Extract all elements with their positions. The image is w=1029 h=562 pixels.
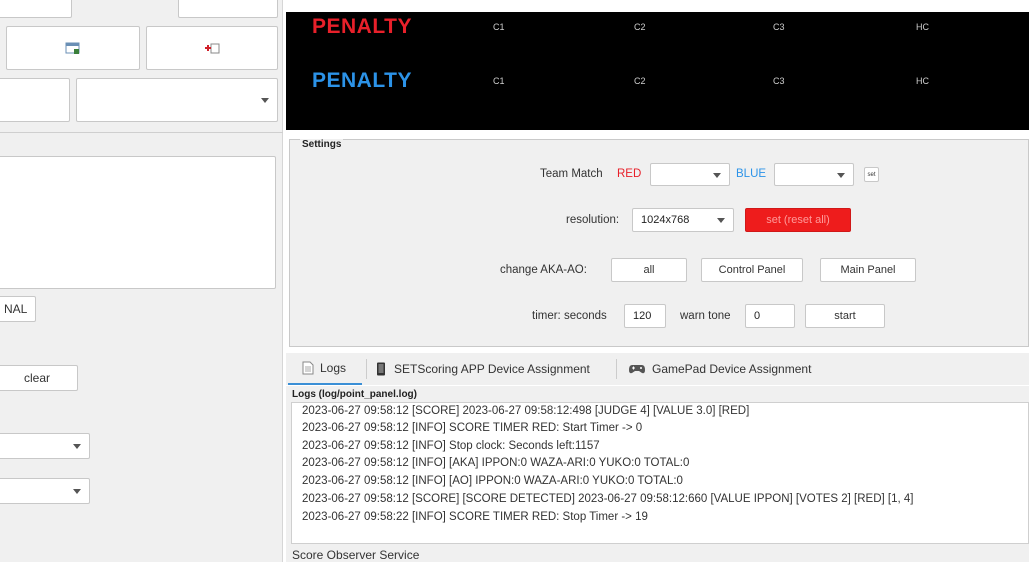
set-reset-all-button[interactable]: set (reset all): [745, 208, 851, 232]
main-panel-button[interactable]: Main Panel: [820, 258, 916, 282]
remove-icon: [205, 43, 220, 54]
clear-button[interactable]: clear: [0, 365, 78, 391]
logs-title: Logs (log/point_panel.log): [292, 389, 417, 400]
red-team-select[interactable]: [650, 163, 730, 186]
red-c2: C2: [634, 22, 646, 32]
divider: [0, 132, 283, 133]
window-button[interactable]: [6, 26, 140, 70]
warn-tone-value: 0: [754, 310, 761, 322]
blue-label: BLUE: [736, 168, 767, 180]
change-aka-ao-label: change AKA-AO:: [500, 264, 587, 276]
log-output[interactable]: 2023-06-27 09:58:12 [SCORE] 2023-06-27 0…: [291, 402, 1029, 544]
settings-panel: Settings Team Match RED BLUE set resolut…: [289, 139, 1029, 347]
team-set-label: set: [867, 171, 876, 178]
penalty-red-label: PENALTY: [312, 15, 412, 38]
timer-seconds-label: timer: seconds: [532, 310, 607, 322]
final-button-label: NAL: [4, 302, 28, 316]
red-c3: C3: [773, 22, 785, 32]
all-button[interactable]: all: [611, 258, 687, 282]
resolution-label: resolution:: [566, 214, 620, 226]
document-icon: [302, 361, 314, 375]
log-line: 2023-06-27 09:58:12 [SCORE] 2023-06-27 0…: [302, 405, 750, 417]
tab-logs[interactable]: Logs: [288, 353, 362, 385]
blue-c1: C1: [493, 76, 505, 86]
main-panel-label: Main Panel: [840, 264, 896, 276]
timer-seconds-value: 120: [633, 310, 652, 322]
clear-label: clear: [23, 371, 50, 385]
tab-gamepad[interactable]: GamePad Device Assignment: [628, 353, 811, 385]
top-right-button[interactable]: [178, 0, 278, 18]
remove-window-button[interactable]: [146, 26, 278, 70]
left-panel: clearNAL clear: [0, 0, 283, 562]
team-match-label: Team Match: [540, 168, 603, 180]
blue-team-select[interactable]: [774, 163, 854, 186]
warn-tone-input[interactable]: 0: [745, 304, 795, 328]
gamepad-icon: [629, 365, 645, 374]
tab-setscoring-label: SETScoring APP Device Assignment: [394, 362, 590, 376]
phone-icon: [377, 362, 385, 376]
all-label: all: [643, 264, 655, 276]
left-dropdown[interactable]: [76, 78, 278, 122]
blue-c3: C3: [773, 76, 785, 86]
team-set-button[interactable]: set: [864, 167, 879, 182]
tab-separator: [366, 359, 367, 379]
final-button[interactable]: clearNAL: [0, 296, 36, 322]
warn-tone-label: warn tone: [680, 310, 731, 322]
blue-c2: C2: [634, 76, 646, 86]
log-line: 2023-06-27 09:58:12 [INFO] Stop clock: S…: [302, 440, 600, 452]
log-line: 2023-06-27 09:58:12 [SCORE] [SCORE DETEC…: [302, 493, 914, 505]
start-button[interactable]: start: [805, 304, 885, 328]
dropdown-1[interactable]: [0, 433, 90, 459]
resolution-select[interactable]: 1024x768: [632, 208, 734, 232]
resolution-value: 1024x768: [641, 214, 690, 226]
tab-separator: [616, 359, 617, 379]
set-reset-all-label: set (reset all): [766, 214, 830, 226]
penalty-blue-label: PENALTY: [312, 69, 412, 92]
log-line: 2023-06-27 09:58:12 [INFO] [AO] IPPON:0 …: [302, 475, 683, 487]
log-line: 2023-06-27 09:58:12 [INFO] SCORE TIMER R…: [302, 422, 643, 434]
scoreboard-preview: PENALTY C1 C2 C3 HC PENALTY C1 C2 C3 HC: [286, 12, 1029, 130]
log-line: 2023-06-27 09:58:22 [INFO] SCORE TIMER R…: [302, 511, 648, 523]
window-icon: [65, 42, 80, 54]
blue-hc: HC: [916, 76, 929, 86]
top-left-button[interactable]: [0, 0, 72, 18]
red-hc: HC: [916, 22, 929, 32]
timer-seconds-input[interactable]: 120: [624, 304, 666, 328]
tab-logs-label: Logs: [320, 361, 347, 375]
red-label: RED: [617, 168, 642, 180]
left-field[interactable]: [0, 78, 70, 122]
control-panel-label: Control Panel: [718, 264, 786, 276]
text-area[interactable]: [0, 156, 276, 289]
tab-bar: Logs SETScoring APP Device Assignment Ga…: [286, 353, 1029, 385]
red-c1: C1: [493, 22, 505, 32]
settings-title: Settings: [300, 139, 344, 150]
tab-setscoring-app[interactable]: SETScoring APP Device Assignment: [376, 353, 590, 385]
tab-gamepad-label: GamePad Device Assignment: [652, 362, 812, 376]
status-bar: Score Observer Service: [286, 546, 1029, 562]
log-line: 2023-06-27 09:58:12 [INFO] [AKA] IPPON:0…: [302, 457, 690, 469]
start-label: start: [834, 310, 856, 322]
status-text: Score Observer Service: [292, 548, 420, 562]
dropdown-2[interactable]: [0, 478, 90, 504]
control-panel-button[interactable]: Control Panel: [701, 258, 803, 282]
